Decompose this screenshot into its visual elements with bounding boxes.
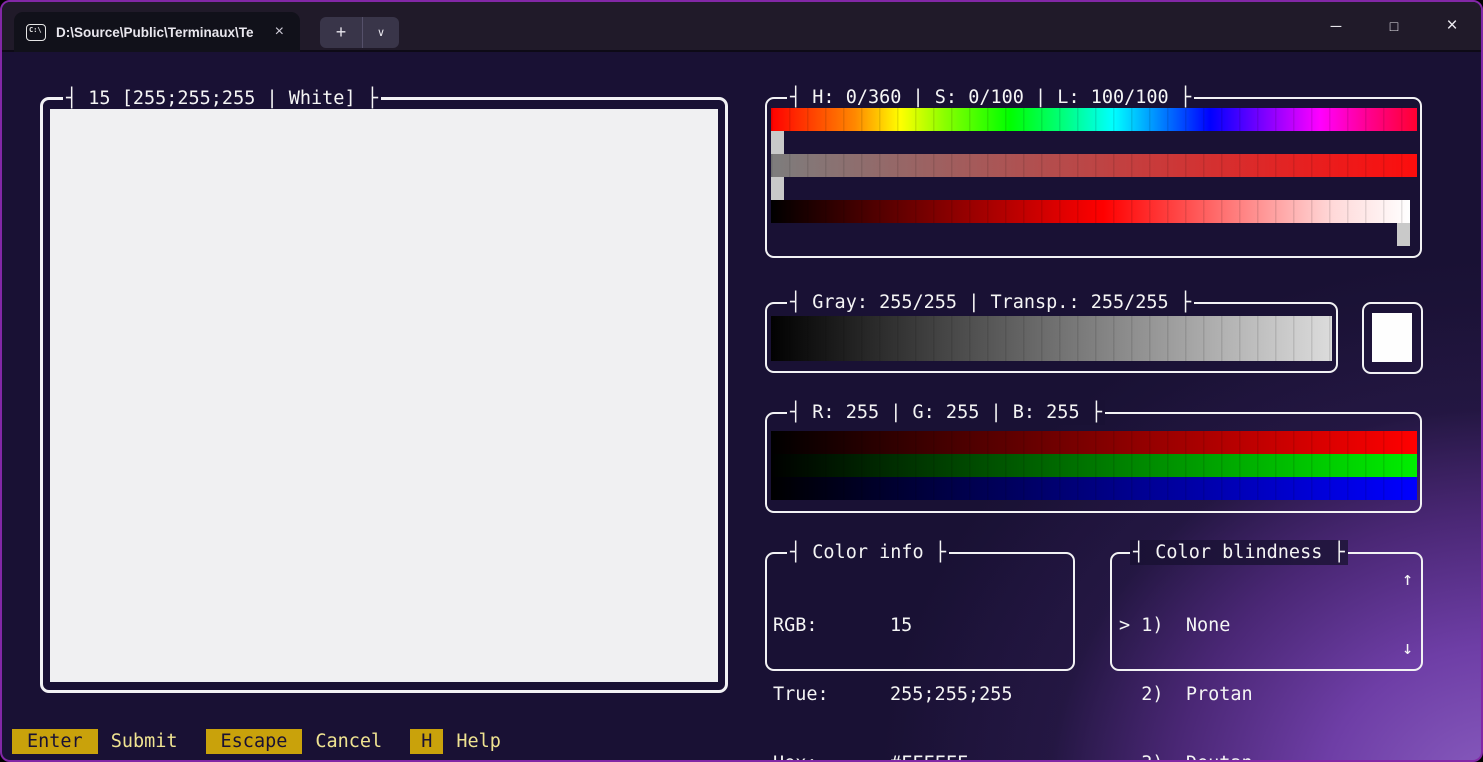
info-row-hex: Hex:#FFFFFF xyxy=(773,752,1069,762)
tab-dropdown-button[interactable]: ∨ xyxy=(362,17,399,48)
plus-icon: + xyxy=(336,22,347,43)
close-button[interactable]: × xyxy=(1423,2,1481,50)
window-frame: C:\ D:\Source\Public\Terminaux\Te × + ∨ … xyxy=(0,0,1483,762)
hsl-box: ┤ H: 0/360 | S: 0/100 | L: 100/100 ├ xyxy=(765,97,1422,258)
scroll-up-icon[interactable]: ↑ xyxy=(1402,568,1413,591)
gray-bar[interactable] xyxy=(771,316,1332,361)
rgb-box: ┤ R: 255 | G: 255 | B: 255 ├ xyxy=(765,412,1422,513)
tab[interactable]: C:\ D:\Source\Public\Terminaux\Te × xyxy=(14,12,300,52)
blindness-item-deutan[interactable]: 3) Deutan xyxy=(1119,752,1253,762)
saturation-slider-handle[interactable] xyxy=(771,177,784,200)
color-blindness-box: ┤ Color blindness ├ > 1) None 2) Protan … xyxy=(1110,552,1423,671)
blindness-item-protan[interactable]: 2) Protan xyxy=(1119,683,1253,706)
hue-slider-handle[interactable] xyxy=(771,131,784,154)
tab-title: D:\Source\Public\Terminaux\Te xyxy=(56,25,262,40)
hue-bar[interactable] xyxy=(771,108,1417,131)
green-bar[interactable] xyxy=(771,454,1417,477)
gray-transparency-box: ┤ Gray: 255/255 | Transp.: 255/255 ├ xyxy=(765,302,1338,373)
color-info-box: ┤ Color info ├ RGB:15 True:255;255;255 H… xyxy=(765,552,1075,671)
minimize-button[interactable]: ─ xyxy=(1307,2,1365,50)
chevron-down-icon: ∨ xyxy=(377,26,385,39)
tab-close-icon[interactable]: × xyxy=(271,22,288,42)
new-tab-button[interactable]: + xyxy=(320,17,362,48)
rgb-title: ┤ R: 255 | G: 255 | B: 255 ├ xyxy=(787,400,1105,425)
key-badge-enter[interactable]: Enter xyxy=(12,729,98,754)
key-label-submit: Submit xyxy=(111,730,178,753)
info-row-rgb: RGB:15 xyxy=(773,614,1069,637)
blindness-item-none[interactable]: > 1) None xyxy=(1119,614,1253,637)
color-preview-box: ┤ 15 [255;255;255 | White] ├ xyxy=(40,97,728,693)
maximize-icon: □ xyxy=(1390,18,1398,34)
lightness-bar[interactable] xyxy=(771,200,1410,223)
key-label-cancel: Cancel xyxy=(315,730,382,753)
scroll-down-icon[interactable]: ↓ xyxy=(1402,637,1413,660)
red-bar[interactable] xyxy=(771,431,1417,454)
key-label-help: Help xyxy=(456,730,501,753)
color-preview-title: ┤ 15 [255;255;255 | White] ├ xyxy=(63,86,381,111)
color-info-title: ┤ Color info ├ xyxy=(787,540,949,565)
key-badge-escape[interactable]: Escape xyxy=(206,729,303,754)
gray-transparency-title: ┤ Gray: 255/255 | Transp.: 255/255 ├ xyxy=(787,290,1194,315)
hsl-title: ┤ H: 0/360 | S: 0/100 | L: 100/100 ├ xyxy=(787,85,1194,110)
maximize-button[interactable]: □ xyxy=(1365,2,1423,50)
keybindings-bar: Enter Submit Escape Cancel H Help xyxy=(12,728,529,754)
terminal-icon: C:\ xyxy=(26,24,46,41)
saturation-bar[interactable] xyxy=(771,154,1417,177)
key-badge-help[interactable]: H xyxy=(410,729,443,754)
info-row-true: True:255;255;255 xyxy=(773,683,1069,706)
lightness-slider-handle[interactable] xyxy=(1397,223,1410,246)
titlebar: C:\ D:\Source\Public\Terminaux\Te × + ∨ … xyxy=(2,2,1481,52)
close-icon: × xyxy=(1446,15,1457,37)
blue-bar[interactable] xyxy=(771,477,1417,500)
swatch-box xyxy=(1362,302,1423,374)
color-preview-fill xyxy=(50,109,718,682)
minimize-icon: ─ xyxy=(1331,18,1342,35)
color-blindness-title: ┤ Color blindness ├ xyxy=(1130,540,1348,565)
color-swatch xyxy=(1372,313,1412,362)
